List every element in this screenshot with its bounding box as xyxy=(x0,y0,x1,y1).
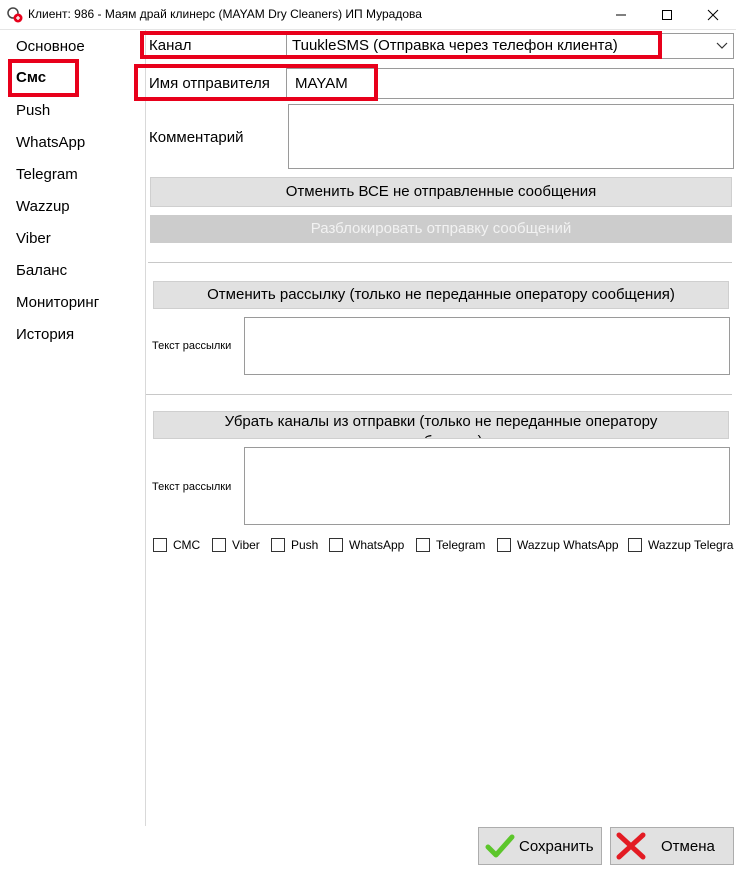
sidebar-item-monitoring[interactable]: Мониторинг xyxy=(16,294,99,311)
checkbox-box[interactable] xyxy=(497,538,511,552)
cancel-label: Отмена xyxy=(661,837,715,855)
close-icon xyxy=(707,9,719,21)
chevron-down-icon[interactable] xyxy=(716,41,728,51)
checkbox-wazzup-whatsapp[interactable]: Wazzup WhatsApp xyxy=(497,538,619,552)
red-cross-icon xyxy=(616,832,646,860)
comment-label: Комментарий xyxy=(149,129,244,146)
sidebar-item-main[interactable]: Основное xyxy=(16,38,85,55)
sidebar-item-wazzup[interactable]: Wazzup xyxy=(16,198,70,215)
checkbox-label: СМС xyxy=(173,538,201,552)
comment-textarea[interactable] xyxy=(288,104,734,169)
unblock-button[interactable]: Разблокировать отправку сообщений xyxy=(150,215,732,243)
save-label: Сохранить xyxy=(519,837,594,855)
checkbox-box[interactable] xyxy=(212,538,226,552)
checkbox-telegram[interactable]: Telegram xyxy=(416,538,485,552)
checkbox-label: Push xyxy=(291,538,319,552)
sidebar-item-history[interactable]: История xyxy=(16,326,74,343)
sidebar-item-balance[interactable]: Баланс xyxy=(16,262,67,279)
separator xyxy=(148,262,732,263)
checkbox-label: Telegram xyxy=(436,538,486,552)
green-checkmark-icon xyxy=(485,834,515,858)
remove-channels-button[interactable]: Убрать каналы из отправки (только не пер… xyxy=(153,411,729,439)
sidebar-item-sms[interactable]: Смс xyxy=(16,69,46,86)
checkbox-push[interactable]: Push xyxy=(271,538,318,552)
maximize-button[interactable] xyxy=(644,0,690,30)
channel-highlight xyxy=(140,31,662,59)
mailing-text-label: Текст рассылки xyxy=(152,481,232,493)
checkbox-label: Viber xyxy=(232,538,260,552)
checkbox-viber[interactable]: Viber xyxy=(212,538,260,552)
checkbox-label: WhatsApp xyxy=(349,538,405,552)
checkbox-label: Wazzup Telegram xyxy=(648,538,734,552)
client-app-icon xyxy=(7,7,23,23)
checkbox-label: Wazzup WhatsApp xyxy=(517,538,619,552)
sidebar-item-push[interactable]: Push xyxy=(16,102,50,119)
sidebar-item-telegram[interactable]: Telegram xyxy=(16,166,78,183)
checkbox-box[interactable] xyxy=(628,538,642,552)
checkbox-sms[interactable]: СМС xyxy=(153,538,200,552)
checkbox-whatsapp[interactable]: WhatsApp xyxy=(329,538,404,552)
sender-name-label: Имя отправителя xyxy=(149,75,270,92)
cancel-all-button[interactable]: Отменить ВСЕ не отправленные сообщения xyxy=(150,177,732,207)
maximize-icon xyxy=(662,10,672,20)
minimize-icon xyxy=(616,14,626,16)
checkbox-box[interactable] xyxy=(153,538,167,552)
sidebar-item-viber[interactable]: Viber xyxy=(16,230,51,247)
checkbox-wazzup-telegram[interactable]: Wazzup Telegram xyxy=(628,538,734,552)
mailing-text-input[interactable] xyxy=(244,447,730,525)
separator xyxy=(146,394,732,395)
window-title: Клиент: 986 - Маям драй клинерс (MAYAM D… xyxy=(28,7,422,21)
checkbox-box[interactable] xyxy=(416,538,430,552)
channel-label: Канал xyxy=(149,37,192,54)
minimize-button[interactable] xyxy=(598,0,644,30)
cancel-mailing-button[interactable]: Отменить рассылку (только не переданные … xyxy=(153,281,729,309)
cancel-button[interactable]: Отмена xyxy=(610,827,734,865)
checkbox-box[interactable] xyxy=(271,538,285,552)
save-button[interactable]: Сохранить xyxy=(478,827,602,865)
sidebar-item-whatsapp[interactable]: WhatsApp xyxy=(16,134,85,151)
mailing-text-input[interactable] xyxy=(244,317,730,375)
checkbox-box[interactable] xyxy=(329,538,343,552)
mailing-text-label: Текст рассылки xyxy=(152,340,232,352)
close-button[interactable] xyxy=(690,0,736,30)
